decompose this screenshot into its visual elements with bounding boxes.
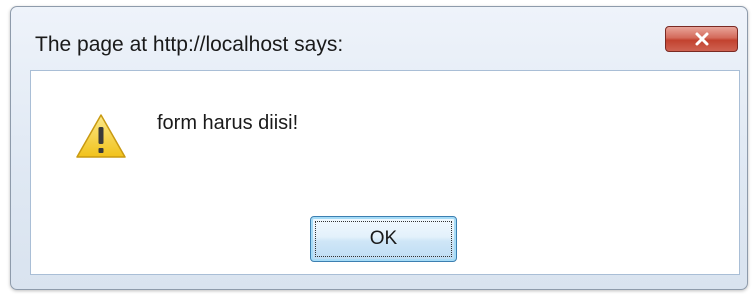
dialog-title: The page at http://localhost says: <box>35 33 344 56</box>
dialog-message: form harus diisi! <box>157 112 299 134</box>
close-button[interactable] <box>665 26 738 52</box>
ok-button-label: OK <box>369 228 398 249</box>
alert-dialog: The page at http://localhost says: form … <box>10 6 748 290</box>
close-icon <box>691 31 713 47</box>
ok-button[interactable]: OK <box>310 216 457 262</box>
dialog-content: form harus diisi! OK <box>30 70 740 275</box>
warning-icon <box>73 111 129 161</box>
